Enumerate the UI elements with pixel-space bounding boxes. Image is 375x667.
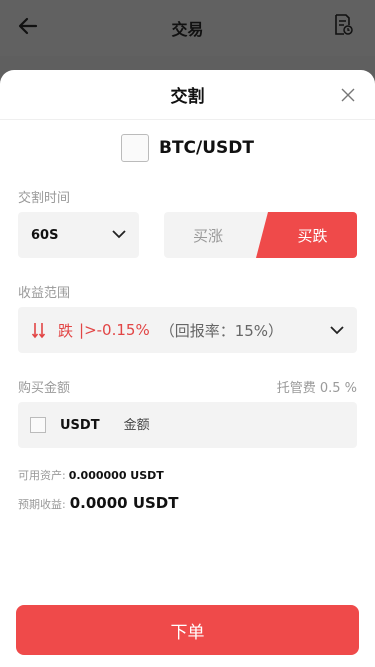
pair-name: BTC/USDT (159, 138, 254, 158)
place-order-button[interactable]: 下单 (16, 605, 359, 655)
usdt-logo-icon (30, 417, 46, 433)
top-nav-bar: 交易 (0, 0, 375, 56)
available-value: 0.000000 USDT (68, 469, 164, 482)
trading-pair: BTC/USDT (0, 134, 375, 162)
coin-logo-icon (121, 134, 149, 162)
profit-range-label: 收益范围 (18, 286, 71, 301)
sheet-header: 交割 (0, 70, 375, 120)
expected-label: 预期收益: (18, 498, 66, 511)
arrow-left-icon[interactable] (16, 14, 40, 38)
chevron-down-icon (330, 326, 344, 335)
trade-sheet: 交割 BTC/USDT 交割时间 60S 买涨 买跌 收益范围 跌 |>-0.1… (0, 70, 375, 667)
buy-up-button[interactable]: 买涨 (164, 212, 270, 258)
range-return: （回报率：15%） (159, 321, 284, 340)
expected-profit: 预期收益: 0.0000 USDT (18, 494, 179, 512)
range-value: |>-0.15% (79, 321, 150, 339)
amount-input[interactable] (123, 417, 304, 433)
amount-currency: USDT (60, 417, 100, 433)
trend-down-icon (32, 323, 46, 339)
delivery-time-select[interactable]: 60S (18, 212, 139, 258)
available-assets: 可用资产: 0.000000 USDT (18, 467, 164, 483)
range-direction: 跌 (58, 321, 74, 340)
direction-toggle: 买涨 买跌 (164, 212, 357, 258)
delivery-time-value: 60S (31, 227, 59, 243)
available-label: 可用资产: (18, 469, 66, 482)
amount-field: USDT (18, 402, 357, 448)
chevron-down-icon (112, 230, 126, 239)
order-record-icon[interactable] (333, 14, 353, 36)
sheet-title: 交割 (170, 87, 205, 107)
purchase-amount-label: 购买金额 (18, 381, 71, 396)
delivery-time-label: 交割时间 (18, 191, 71, 206)
custody-fee: 托管费 0.5 % (276, 381, 357, 396)
buy-down-button[interactable]: 买跌 (256, 212, 357, 258)
expected-value: 0.0000 USDT (69, 494, 179, 512)
profit-range-select[interactable]: 跌 |>-0.15% （回报率：15%） (18, 307, 357, 353)
page-title: 交易 (171, 20, 204, 39)
close-icon[interactable] (341, 88, 355, 102)
